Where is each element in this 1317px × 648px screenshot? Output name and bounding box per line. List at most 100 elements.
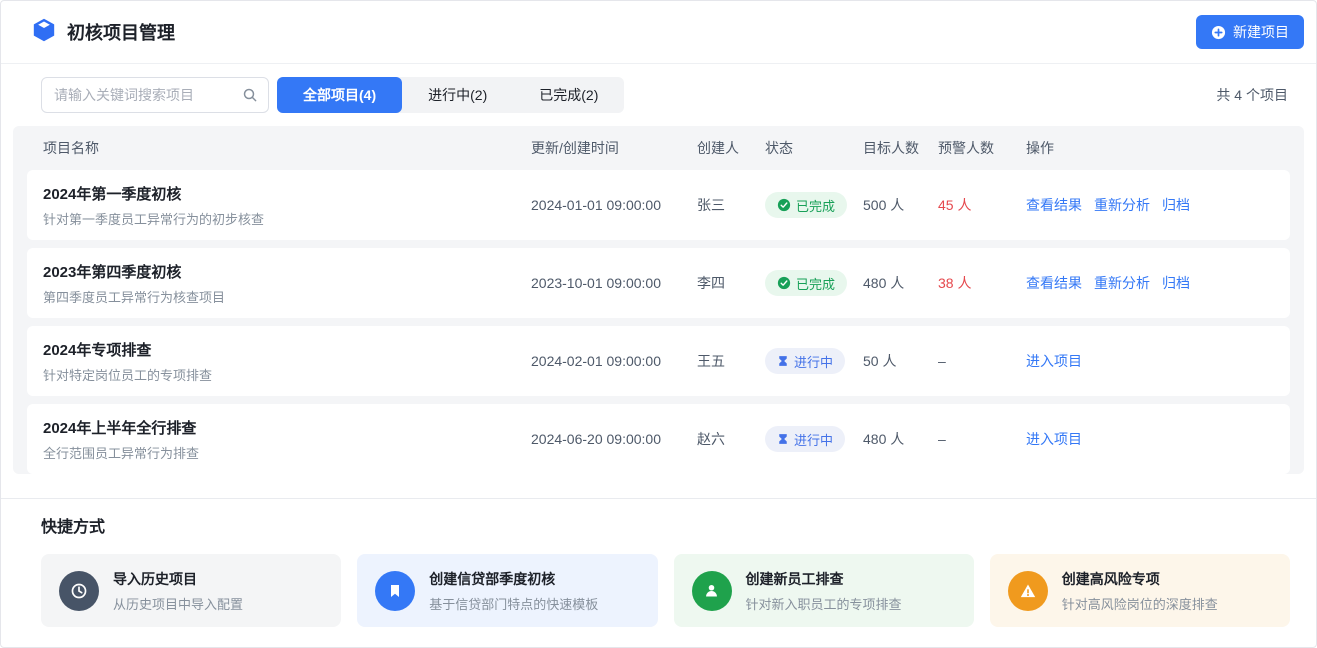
project-status-cell: 进行中: [765, 348, 863, 374]
project-description: 第四季度员工异常行为核查项目: [43, 287, 531, 306]
quick-card-description: 从历史项目中导入配置: [113, 594, 243, 613]
page-title: 初核项目管理: [67, 19, 175, 45]
quick-action-cards: 导入历史项目 从历史项目中导入配置 创建信贷部季度初核 基于信贷部门特点的快速模…: [41, 554, 1290, 627]
project-actions: 查看结果 重新分析 归档: [1026, 273, 1274, 293]
project-status-cell: 已完成: [765, 192, 863, 218]
status-badge-running: 进行中: [765, 426, 845, 452]
project-title: 2024年第一季度初核: [43, 183, 531, 204]
project-status-cell: 已完成: [765, 270, 863, 296]
quick-card-credit-dept-review[interactable]: 创建信贷部季度初核 基于信贷部门特点的快速模板: [357, 554, 657, 627]
project-warning: 38 人: [938, 273, 1026, 293]
quick-actions-title: 快捷方式: [41, 513, 1290, 537]
quick-card-new-employee-screening[interactable]: 创建新员工排查 针对新入职员工的专项排查: [674, 554, 974, 627]
project-title: 2023年第四季度初核: [43, 261, 531, 282]
col-actions: 操作: [1026, 138, 1274, 158]
status-badge-completed: 已完成: [765, 192, 847, 218]
view-results-link[interactable]: 查看结果: [1026, 195, 1082, 215]
col-warning-count: 预警人数: [938, 138, 1026, 158]
project-time: 2023-10-01 09:00:00: [531, 275, 697, 291]
status-badge-completed: 已完成: [765, 270, 847, 296]
project-creator: 王五: [697, 351, 765, 371]
project-actions: 进入项目: [1026, 429, 1274, 449]
project-title: 2024年专项排查: [43, 339, 531, 360]
project-creator: 赵六: [697, 429, 765, 449]
status-label: 进行中: [794, 430, 833, 449]
project-status-cell: 进行中: [765, 426, 863, 452]
project-creator: 李四: [697, 273, 765, 293]
project-warning: –: [938, 353, 1026, 369]
check-circle-icon: [777, 198, 791, 212]
quick-card-title: 创建高风险专项: [1062, 569, 1218, 589]
quick-card-title: 创建新员工排查: [746, 569, 902, 589]
cube-icon: [31, 17, 57, 48]
hourglass-icon: [777, 433, 789, 445]
project-description: 针对第一季度员工异常行为的初步核查: [43, 209, 531, 228]
hourglass-icon: [777, 355, 789, 367]
quick-card-description: 针对新入职员工的专项排查: [746, 594, 902, 613]
col-target-count: 目标人数: [863, 138, 938, 158]
project-name-cell: 2024年专项排查 针对特定岗位员工的专项排查: [43, 339, 531, 384]
project-target: 500 人: [863, 195, 938, 215]
project-warning: 45 人: [938, 195, 1026, 215]
quick-card-title: 导入历史项目: [113, 569, 243, 589]
tab-completed[interactable]: 已完成(2): [513, 77, 624, 113]
project-count: 共 4 个项目: [1216, 85, 1288, 105]
table-row: 2024年专项排查 针对特定岗位员工的专项排查 2024-02-01 09:00…: [27, 326, 1290, 396]
project-creator: 张三: [697, 195, 765, 215]
archive-link[interactable]: 归档: [1162, 195, 1190, 215]
quick-card-import-history[interactable]: 导入历史项目 从历史项目中导入配置: [41, 554, 341, 627]
bookmark-icon: [375, 571, 415, 611]
clock-icon: [59, 571, 99, 611]
project-table: 项目名称 更新/创建时间 创建人 状态 目标人数 预警人数 操作 2024年第一…: [13, 126, 1304, 474]
person-icon: [692, 571, 732, 611]
project-title: 2024年上半年全行排查: [43, 417, 531, 438]
page-header: 初核项目管理 新建项目: [1, 1, 1316, 64]
project-target: 480 人: [863, 273, 938, 293]
tab-in-progress[interactable]: 进行中(2): [402, 77, 513, 113]
project-name-cell: 2024年第一季度初核 针对第一季度员工异常行为的初步核查: [43, 183, 531, 228]
project-time: 2024-02-01 09:00:00: [531, 353, 697, 369]
archive-link[interactable]: 归档: [1162, 273, 1190, 293]
project-description: 全行范围员工异常行为排查: [43, 443, 531, 462]
project-description: 针对特定岗位员工的专项排查: [43, 365, 531, 384]
status-label: 进行中: [794, 352, 833, 371]
col-time: 更新/创建时间: [531, 138, 697, 158]
tabs: 全部项目(4) 进行中(2) 已完成(2): [277, 77, 624, 113]
toolbar: 全部项目(4) 进行中(2) 已完成(2) 共 4 个项目: [1, 64, 1316, 126]
preliminary-review-project-management-page: 初核项目管理 新建项目 全部项目(4) 进行中(2) 已完成(2) 共 4 个项…: [0, 0, 1317, 648]
status-badge-running: 进行中: [765, 348, 845, 374]
project-actions: 进入项目: [1026, 351, 1274, 371]
quick-actions-section: 快捷方式 导入历史项目 从历史项目中导入配置 创建信贷部季度初核 基于信贷部门特…: [1, 498, 1316, 627]
project-time: 2024-01-01 09:00:00: [531, 197, 697, 213]
plus-circle-icon: [1211, 25, 1226, 40]
view-results-link[interactable]: 查看结果: [1026, 273, 1082, 293]
enter-project-link[interactable]: 进入项目: [1026, 351, 1082, 371]
title-wrap: 初核项目管理: [31, 17, 175, 48]
col-project-name: 项目名称: [43, 138, 531, 158]
search-box: [41, 77, 269, 113]
search-input[interactable]: [41, 77, 269, 113]
table-header: 项目名称 更新/创建时间 创建人 状态 目标人数 预警人数 操作: [13, 126, 1304, 170]
project-target: 480 人: [863, 429, 938, 449]
table-row: 2023年第四季度初核 第四季度员工异常行为核查项目 2023-10-01 09…: [27, 248, 1290, 318]
new-project-button[interactable]: 新建项目: [1196, 15, 1304, 49]
project-actions: 查看结果 重新分析 归档: [1026, 195, 1274, 215]
quick-card-description: 针对高风险岗位的深度排查: [1062, 594, 1218, 613]
reanalyze-link[interactable]: 重新分析: [1094, 195, 1150, 215]
tab-all-projects[interactable]: 全部项目(4): [277, 77, 402, 113]
project-name-cell: 2024年上半年全行排查 全行范围员工异常行为排查: [43, 417, 531, 462]
status-label: 已完成: [796, 274, 835, 293]
enter-project-link[interactable]: 进入项目: [1026, 429, 1082, 449]
search-icon: [242, 87, 258, 103]
status-label: 已完成: [796, 196, 835, 215]
table-row: 2024年上半年全行排查 全行范围员工异常行为排查 2024-06-20 09:…: [27, 404, 1290, 474]
project-time: 2024-06-20 09:00:00: [531, 431, 697, 447]
reanalyze-link[interactable]: 重新分析: [1094, 273, 1150, 293]
warning-icon: [1008, 571, 1048, 611]
quick-card-title: 创建信贷部季度初核: [429, 569, 598, 589]
table-row: 2024年第一季度初核 针对第一季度员工异常行为的初步核查 2024-01-01…: [27, 170, 1290, 240]
quick-card-high-risk-special[interactable]: 创建高风险专项 针对高风险岗位的深度排查: [990, 554, 1290, 627]
project-warning: –: [938, 431, 1026, 447]
quick-card-description: 基于信贷部门特点的快速模板: [429, 594, 598, 613]
project-target: 50 人: [863, 351, 938, 371]
